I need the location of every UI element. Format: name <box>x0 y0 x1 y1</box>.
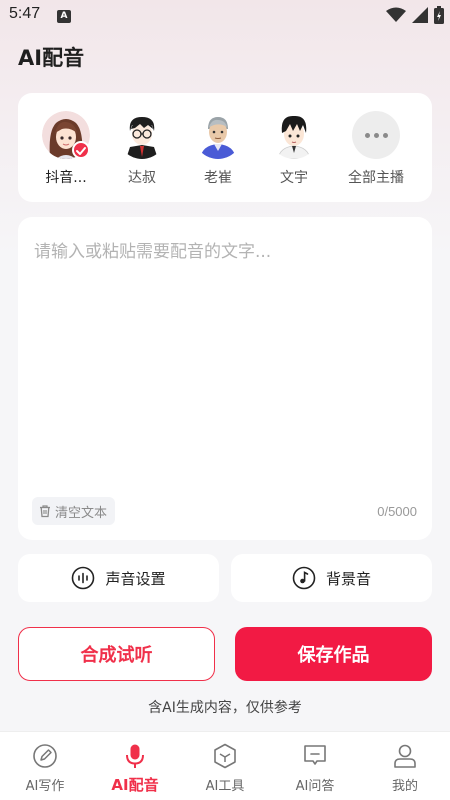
status-time: 5:47 <box>9 5 41 22</box>
status-indicators <box>386 6 444 24</box>
avatar-glasses-man <box>118 111 166 159</box>
anchor-selector-card: 抖音... 达叔 老崔 文宇 全部主播 <box>18 93 432 202</box>
signal-icon <box>412 7 428 23</box>
anchor-name: 老崔 <box>204 170 232 186</box>
anchor-item-laocui[interactable]: 老崔 <box>180 111 256 187</box>
voice-settings-label: 声音设置 <box>105 569 166 588</box>
ai-content-disclaimer: 含AI生成内容，仅供参考 <box>148 700 302 716</box>
voice-settings-button[interactable]: 声音设置 <box>18 554 219 602</box>
avatar-young-man <box>270 111 318 159</box>
synthesize-preview-button[interactable]: 合成试听 <box>18 627 215 681</box>
tab-label: AI配音 <box>111 776 159 794</box>
more-dots-icon <box>352 111 400 159</box>
anchor-name: 抖音... <box>45 170 87 186</box>
tab-profile[interactable]: 我的 <box>360 732 450 800</box>
music-note-icon <box>292 566 316 590</box>
anchor-name: 全部主播 <box>348 170 404 186</box>
tab-label: AI写作 <box>25 779 65 794</box>
clear-text-button[interactable]: 清空文本 <box>32 497 116 525</box>
page-title: AI配音 <box>18 46 85 70</box>
anchor-item-douyin[interactable]: 抖音... <box>28 111 104 187</box>
tab-ai-qa[interactable]: AI问答 <box>270 732 360 800</box>
sound-wave-icon <box>72 566 95 590</box>
selected-check-icon <box>72 141 90 159</box>
save-work-button[interactable]: 保存作品 <box>235 627 432 681</box>
tab-ai-dubbing[interactable]: AI配音 <box>90 732 180 800</box>
dubbing-text-input[interactable] <box>34 237 416 497</box>
clear-text-label: 清空文本 <box>55 505 108 521</box>
trash-icon <box>40 505 50 518</box>
status-bar: 5:47 A <box>0 0 450 32</box>
anchor-name: 文宇 <box>280 170 308 186</box>
anchor-item-dashu[interactable]: 达叔 <box>104 111 180 187</box>
tab-ai-tools[interactable]: AI工具 <box>180 732 270 800</box>
chat-icon <box>304 745 326 765</box>
tab-label: 我的 <box>391 779 418 794</box>
anchor-item-all[interactable]: 全部主播 <box>338 111 414 187</box>
anchor-name: 达叔 <box>128 170 156 186</box>
pencil-icon <box>33 744 57 768</box>
microphone-icon <box>126 744 144 768</box>
notification-icon: A <box>57 10 71 23</box>
person-icon <box>394 744 416 768</box>
cube-icon <box>214 743 236 769</box>
tab-label: AI工具 <box>205 779 245 794</box>
battery-icon <box>434 6 444 24</box>
background-music-button[interactable]: 背景音 <box>231 554 432 602</box>
wifi-icon <box>386 7 406 22</box>
tab-label: AI问答 <box>295 779 335 794</box>
text-editor-card: 清空文本 0/5000 <box>18 217 432 540</box>
anchor-item-wenyu[interactable]: 文宇 <box>256 111 332 187</box>
avatar-older-man <box>194 111 242 159</box>
bottom-tab-bar: AI写作 AI配音 AI工具 AI问答 我的 <box>0 731 450 800</box>
char-count: 0/5000 <box>377 504 417 519</box>
background-music-label: 背景音 <box>325 569 371 588</box>
tab-ai-writing[interactable]: AI写作 <box>0 732 90 800</box>
